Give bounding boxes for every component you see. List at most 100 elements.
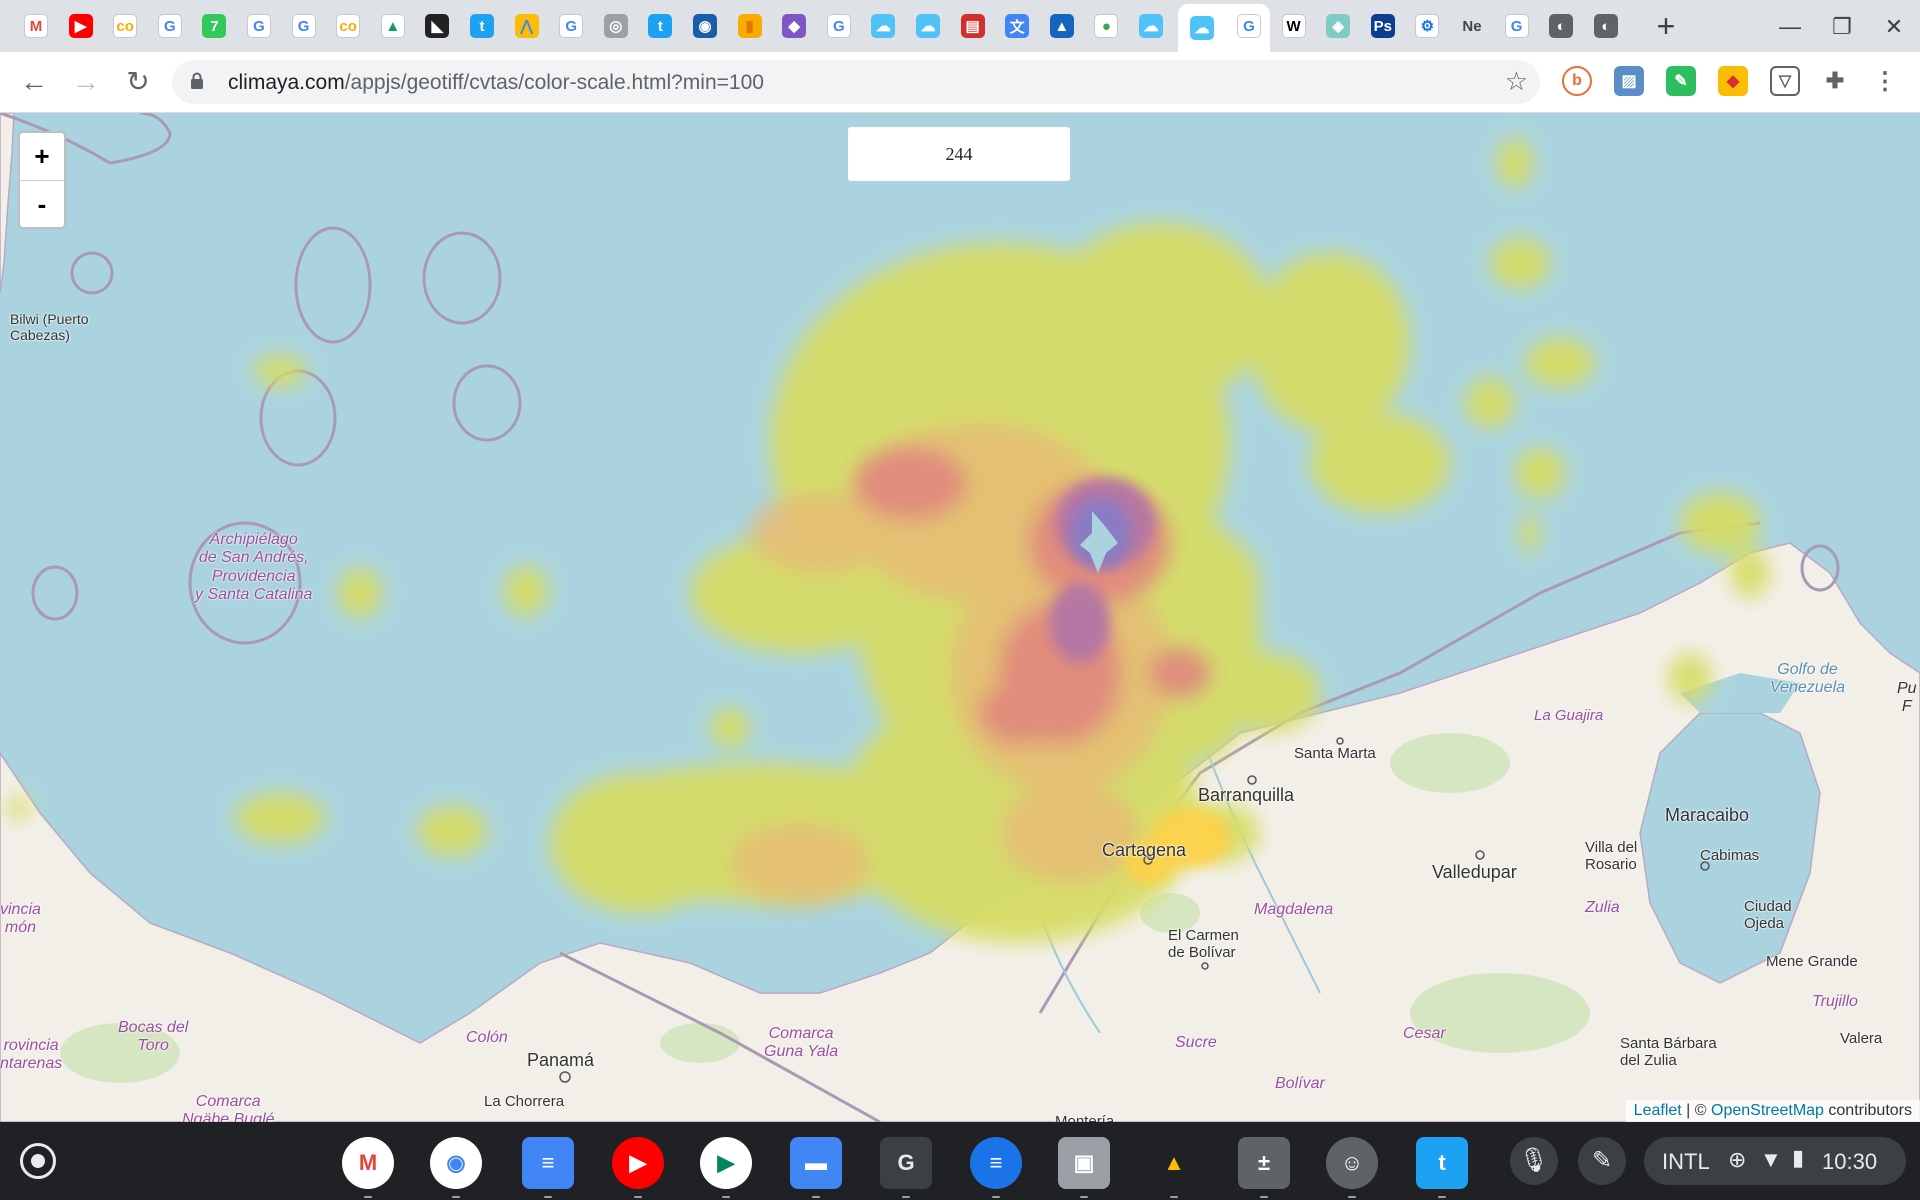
play-store-icon[interactable]: ▶ bbox=[700, 1137, 752, 1198]
tab-google[interactable]: G bbox=[239, 6, 279, 46]
running-indicator bbox=[1080, 1196, 1088, 1198]
map-view[interactable]: Bilwi (Puerto Cabezas) Archipiélago de Sa… bbox=[0, 113, 1920, 1122]
tab-google[interactable]: G bbox=[819, 6, 859, 46]
url-text[interactable]: climaya.com/appjs/geotiff/cvtas/color-sc… bbox=[228, 71, 764, 95]
clock-time: 10:30 bbox=[1822, 1149, 1878, 1174]
tab-google[interactable]: G bbox=[551, 6, 591, 46]
tab-red-box[interactable]: ▤ bbox=[953, 6, 993, 46]
tab-noaa[interactable]: ◉ bbox=[685, 6, 725, 46]
running-indicator bbox=[1438, 1196, 1446, 1198]
place-label: La Guajira bbox=[1534, 707, 1604, 724]
tab-drive[interactable]: ▲ bbox=[373, 6, 413, 46]
tab-satellite[interactable]: ◎ bbox=[596, 6, 636, 46]
tab-analytics[interactable]: ▮ bbox=[730, 6, 770, 46]
zoom-out-button[interactable]: - bbox=[20, 181, 64, 228]
tab-weather[interactable]: ☁ bbox=[863, 6, 903, 46]
weather-icon: ☁ bbox=[871, 14, 896, 38]
microphone-button[interactable]: 🎙 bbox=[1510, 1137, 1558, 1185]
extensions-puzzle-icon[interactable]: ✚ bbox=[1820, 66, 1850, 96]
place-label: Barranquilla bbox=[1198, 785, 1295, 805]
drive-app-icon[interactable]: ▲ bbox=[1148, 1137, 1200, 1198]
reload-button[interactable]: ↻ bbox=[120, 64, 156, 100]
back-button[interactable]: ← bbox=[16, 64, 52, 100]
leaflet-link[interactable]: Leaflet bbox=[1634, 1102, 1682, 1119]
app-glyph: t bbox=[1438, 1150, 1446, 1175]
tab-maps[interactable]: ● bbox=[1086, 6, 1126, 46]
tab-colab[interactable]: co bbox=[105, 6, 145, 46]
tab-map-app[interactable]: ◈ bbox=[1318, 6, 1358, 46]
ne-text-icon: Ne bbox=[1460, 14, 1484, 38]
status-area[interactable]: INTL ⊕ ▼ ▮ 10:30 bbox=[1644, 1137, 1906, 1185]
pocket-icon[interactable]: ▽ bbox=[1770, 66, 1800, 96]
ime-indicator: INTL bbox=[1662, 1149, 1710, 1174]
tab-ne-text[interactable]: Ne bbox=[1452, 6, 1492, 46]
app-glyph: ▶ bbox=[717, 1150, 735, 1175]
tab-youtube[interactable]: ▶ bbox=[61, 6, 101, 46]
youtube-app-icon[interactable]: ▶ bbox=[612, 1137, 664, 1198]
tab-seven[interactable]: 7 bbox=[194, 6, 234, 46]
files-app-icon[interactable]: ▬ bbox=[790, 1137, 842, 1198]
launcher-button[interactable] bbox=[20, 1143, 56, 1179]
extension-flag-icon[interactable]: ◆ bbox=[1718, 66, 1748, 96]
extension-image-icon[interactable]: ▨ bbox=[1614, 66, 1644, 96]
seven-icon: 7 bbox=[202, 14, 227, 38]
gmail-app-icon[interactable]: M bbox=[342, 1137, 394, 1198]
docs-app-icon[interactable]: ≡ bbox=[522, 1137, 574, 1198]
minimize-button[interactable]: — bbox=[1770, 10, 1810, 44]
g-app-icon[interactable]: G bbox=[880, 1137, 932, 1198]
tab-translate[interactable]: 文 bbox=[997, 6, 1037, 46]
tab-weather[interactable]: ☁ bbox=[908, 6, 948, 46]
extension-b-icon[interactable]: b bbox=[1562, 66, 1592, 96]
tab-google[interactable]: G bbox=[150, 6, 190, 46]
running-indicator bbox=[634, 1196, 642, 1198]
weather-icon: ☁ bbox=[916, 14, 940, 38]
tab-google[interactable]: G bbox=[1229, 6, 1269, 46]
tab-owl[interactable]: ◣ bbox=[417, 6, 457, 46]
stylus-button[interactable]: ✎ bbox=[1578, 1137, 1626, 1185]
osm-link[interactable]: OpenStreetMap bbox=[1711, 1102, 1824, 1119]
tab-weather[interactable]: ☁ bbox=[1131, 6, 1171, 46]
tab-google[interactable]: G bbox=[1497, 6, 1537, 46]
place-label: Valera bbox=[1840, 1030, 1883, 1047]
tab-wikipedia[interactable]: W bbox=[1274, 6, 1314, 46]
running-indicator bbox=[1348, 1196, 1356, 1198]
wifi-icon: ▼ bbox=[1760, 1147, 1782, 1172]
screenshot-app-icon[interactable]: ▣ bbox=[1058, 1137, 1110, 1198]
tab-globe[interactable]: ◐ bbox=[1586, 6, 1626, 46]
tab-twitter[interactable]: t bbox=[640, 6, 680, 46]
app-glyph: ◉ bbox=[446, 1150, 466, 1175]
bookmark-star-icon[interactable]: ☆ bbox=[1505, 66, 1528, 97]
cat-app-icon[interactable]: ☺ bbox=[1326, 1137, 1378, 1198]
app-glyph: ☺ bbox=[1340, 1150, 1364, 1175]
restore-button[interactable]: ❐ bbox=[1822, 10, 1862, 44]
zoom-control: + - bbox=[18, 131, 66, 229]
weather-icon: ☁ bbox=[1190, 16, 1214, 40]
address-bar[interactable]: climaya.com/appjs/geotiff/cvtas/color-sc… bbox=[172, 60, 1540, 104]
messages-app-icon[interactable]: ≡ bbox=[970, 1137, 1022, 1198]
zoom-in-button[interactable]: + bbox=[20, 133, 64, 181]
place-label: Magdalena bbox=[1254, 901, 1334, 918]
twitter-app-icon[interactable]: t bbox=[1416, 1137, 1468, 1198]
tab-ads[interactable]: ⋀ bbox=[507, 6, 547, 46]
tab-google[interactable]: G bbox=[284, 6, 324, 46]
forward-button[interactable]: → bbox=[68, 64, 104, 100]
menu-kebab-icon[interactable]: ⋮ bbox=[1870, 66, 1900, 96]
tab-globe[interactable]: ◐ bbox=[1541, 6, 1581, 46]
tab-mountain[interactable]: ▲ bbox=[1042, 6, 1082, 46]
close-window-button[interactable]: ✕ bbox=[1874, 10, 1914, 44]
tab-gmail[interactable]: M bbox=[16, 6, 56, 46]
place-label: Golfo de Venezuela bbox=[1770, 661, 1846, 697]
tab-twitter[interactable]: t bbox=[462, 6, 502, 46]
tab-colab[interactable]: co bbox=[328, 6, 368, 46]
tab-cube[interactable]: ◆ bbox=[774, 6, 814, 46]
tab-photoshop[interactable]: Ps bbox=[1363, 6, 1403, 46]
tab-settings[interactable]: ⚙ bbox=[1407, 6, 1447, 46]
place-label: rovincia ntarenas bbox=[0, 1037, 63, 1073]
chrome-app-icon[interactable]: ◉ bbox=[430, 1137, 482, 1198]
calculator-app-icon[interactable]: ± bbox=[1238, 1137, 1290, 1198]
running-indicator bbox=[992, 1196, 1000, 1198]
ads-icon: ⋀ bbox=[514, 14, 539, 38]
evernote-icon[interactable]: ✎ bbox=[1666, 66, 1696, 96]
colab-icon: co bbox=[336, 14, 361, 38]
new-tab-button[interactable]: + bbox=[1648, 8, 1684, 44]
